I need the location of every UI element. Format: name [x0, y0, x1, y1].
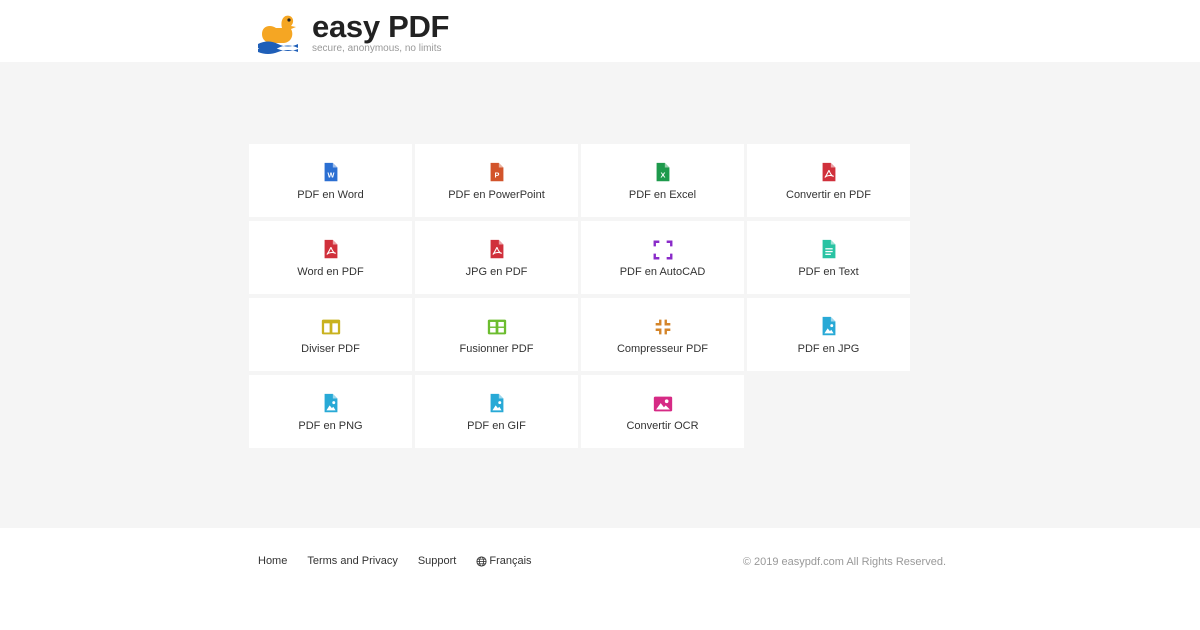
tool-label: PDF en AutoCAD — [619, 266, 706, 278]
tool-tile-convertir-en-pdf[interactable]: Convertir en PDF — [747, 144, 910, 217]
merge-icon — [487, 319, 506, 335]
compress-icon — [655, 319, 670, 335]
footer-link-terms[interactable]: Terms and Privacy — [307, 555, 397, 567]
tool-tile-convertir-ocr[interactable]: Convertir OCR — [581, 375, 744, 448]
tool-tile-pdf-en-excel[interactable]: X PDF en Excel — [581, 144, 744, 217]
tool-label: PDF en Text — [798, 266, 859, 278]
logo-link[interactable]: easy PDF secure, anonymous, no limits — [256, 8, 449, 54]
tool-label: PDF en Excel — [628, 189, 697, 201]
tool-label: PDF en PNG — [298, 420, 363, 432]
split-icon — [321, 319, 340, 335]
pdf-file-icon — [490, 239, 503, 259]
tools-section: W PDF en Word P PDF en PowerPoint X PDF en Ex… — [0, 62, 1200, 528]
tool-grid: W PDF en Word P PDF en PowerPoint X PDF en Ex… — [249, 144, 910, 448]
language-selector[interactable]: Français — [476, 555, 532, 567]
footer-link-label: Terms and Privacy — [307, 555, 398, 567]
tool-tile-diviser-pdf[interactable]: Diviser PDF — [249, 298, 412, 371]
brand: easy PDF secure, anonymous, no limits — [312, 8, 449, 54]
tool-tile-pdf-en-jpg[interactable]: PDF en JPG — [747, 298, 910, 371]
footer-link-home[interactable]: Home — [258, 555, 287, 567]
tool-tile-pdf-en-gif[interactable]: PDF en GIF — [415, 375, 578, 448]
svg-text:X: X — [660, 171, 665, 180]
autocad-frame-icon — [653, 240, 672, 260]
tool-tile-pdf-en-text[interactable]: PDF en Text — [747, 221, 910, 294]
footer-link-label: Français — [489, 555, 532, 567]
brand-name: easy PDF — [312, 9, 450, 44]
tool-tile-fusionner-pdf[interactable]: Fusionner PDF — [415, 298, 578, 371]
svg-text:P: P — [494, 171, 499, 180]
tool-tile-pdf-en-powerpoint[interactable]: P PDF en PowerPoint — [415, 144, 578, 217]
tool-tile-word-en-pdf[interactable]: Word en PDF — [249, 221, 412, 294]
site-header: easy PDF secure, anonymous, no limits — [0, 0, 1200, 62]
footer-link-support[interactable]: Support — [418, 555, 457, 567]
word-file-icon: W — [324, 162, 337, 182]
tool-label: PDF en JPG — [797, 343, 860, 355]
tool-label: JPG en PDF — [465, 266, 528, 278]
tool-label: Fusionner PDF — [459, 343, 534, 355]
tool-label: Convertir en PDF — [786, 189, 871, 201]
image-file-icon — [490, 393, 503, 413]
image-file-icon — [822, 316, 835, 336]
footer-link-label: Support — [417, 555, 457, 567]
pdf-file-icon — [324, 239, 337, 259]
footer-links: Home Terms and Privacy Support Français — [258, 555, 552, 567]
excel-file-icon: X — [656, 162, 669, 182]
tool-label: Convertir OCR — [626, 420, 699, 432]
text-file-icon — [822, 239, 835, 259]
footer-link-label: Home — [258, 555, 288, 567]
powerpoint-file-icon: P — [490, 162, 503, 182]
tool-label: Compresseur PDF — [616, 343, 709, 355]
ocr-image-icon — [653, 396, 672, 412]
globe-icon — [476, 555, 487, 567]
tool-tile-pdf-en-png[interactable]: PDF en PNG — [249, 375, 412, 448]
image-file-icon — [324, 393, 337, 413]
tool-label: Diviser PDF — [301, 343, 360, 355]
tool-tile-pdf-en-autocad[interactable]: PDF en AutoCAD — [581, 221, 744, 294]
tool-label: PDF en GIF — [467, 420, 526, 432]
tool-tile-jpg-en-pdf[interactable]: JPG en PDF — [415, 221, 578, 294]
tool-label: PDF en PowerPoint — [448, 189, 545, 201]
copyright-text: © 2019 easypdf.com All Rights Reserved. — [742, 556, 946, 568]
tool-tile-compresseur-pdf[interactable]: Compresseur PDF — [581, 298, 744, 371]
site-footer: Home Terms and Privacy Support Français … — [0, 528, 1200, 630]
duck-logo-icon — [258, 15, 298, 54]
tool-label: PDF en Word — [297, 189, 364, 201]
tagline: secure, anonymous, no limits — [312, 43, 442, 54]
pdf-file-icon — [822, 162, 835, 182]
svg-text:W: W — [327, 171, 334, 180]
tool-label: Word en PDF — [297, 266, 364, 278]
tool-tile-pdf-en-word[interactable]: W PDF en Word — [249, 144, 412, 217]
